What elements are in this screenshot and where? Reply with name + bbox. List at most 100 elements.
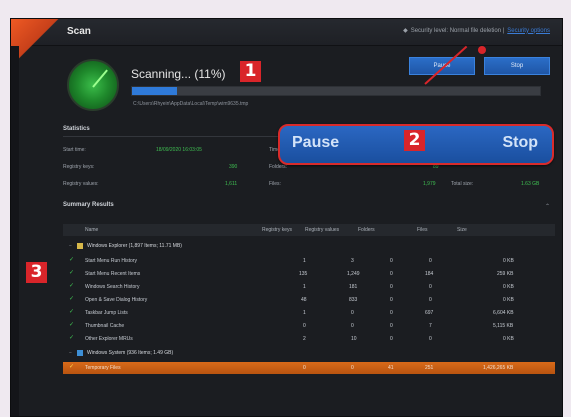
brand-accent <box>11 19 71 63</box>
row-size: 0 KB <box>503 258 514 264</box>
row-folders: 41 <box>388 365 394 371</box>
check-icon[interactable]: ✓ <box>69 321 74 328</box>
collapse-chevron-icon[interactable]: ⌃ <box>545 203 550 210</box>
row-files: 184 <box>425 271 434 277</box>
security-level: ◆ Security level: Normal file deletion |… <box>403 27 550 35</box>
table-row[interactable]: ✓ Start Menu Run History 1 3 0 0 0 KB <box>63 255 555 267</box>
row-name: Windows Search History <box>85 284 140 290</box>
row-values: 833 <box>349 297 358 303</box>
row-name: Start Menu Run History <box>85 258 137 264</box>
row-keys: 1 <box>303 284 306 290</box>
column-header[interactable]: Registry values <box>305 227 339 233</box>
files-label: Files: <box>269 181 281 187</box>
row-folders: 0 <box>390 258 393 264</box>
row-name: Open & Save Dialog History <box>85 297 148 303</box>
group-label: Windows System (936 Items; 1.49 GB) <box>87 350 174 356</box>
group-row[interactable]: − Windows System (936 Items; 1.49 GB) <box>63 348 555 359</box>
row-name: Start Menu Recent Items <box>85 271 141 277</box>
annotation-dot <box>478 46 486 54</box>
column-header[interactable]: Files <box>417 227 428 233</box>
total-size-label: Total size: <box>451 181 474 187</box>
annotation-badge-3: 3 <box>26 262 47 283</box>
table-row[interactable]: ✓ Taskbar Jump Lists 1 0 0 697 6,604 KB <box>63 307 555 319</box>
row-size: 0 KB <box>503 336 514 342</box>
check-icon[interactable]: ✓ <box>69 308 74 315</box>
row-folders: 0 <box>390 284 393 290</box>
scan-status: Scanning... (11%) <box>131 67 226 81</box>
row-values: 10 <box>351 336 357 342</box>
total-size-value: 1.63 GB <box>521 181 540 187</box>
row-files: 7 <box>429 323 432 329</box>
security-level-text: Security level: Normal file deletion | <box>410 27 505 34</box>
table-row[interactable]: ✓ Open & Save Dialog History 48 833 0 0 … <box>63 294 555 306</box>
check-icon[interactable]: ✓ <box>69 282 74 289</box>
column-header[interactable]: Size <box>457 227 467 233</box>
row-size: 5,115 KB <box>493 323 514 329</box>
registry-values-label: Registry values: <box>63 181 99 187</box>
row-name: Other Explorer MRUs <box>85 336 133 342</box>
table-header: Name Registry keys Registry values Folde… <box>63 224 555 236</box>
row-keys: 48 <box>301 297 307 303</box>
check-icon[interactable]: ✓ <box>69 334 74 341</box>
callout-pause-label: Pause <box>292 134 340 151</box>
table-row[interactable]: ✓ Thumbnail Cache 0 0 0 7 5,115 KB <box>63 320 555 332</box>
row-name: Taskbar Jump Lists <box>85 310 128 316</box>
annotation-badge-1: 1 <box>240 61 261 82</box>
row-keys: 1 <box>303 258 306 264</box>
row-keys: 1 <box>303 310 306 316</box>
row-files: 251 <box>425 365 434 371</box>
table-row[interactable]: ✓ Start Menu Recent Items 135 1,249 0 18… <box>63 268 555 280</box>
summary-heading: Summary Results <box>63 202 114 208</box>
row-values: 3 <box>351 258 354 264</box>
row-keys: 0 <box>303 323 306 329</box>
row-folders: 0 <box>390 323 393 329</box>
current-scan-path: C:\Users\Rhyein\AppData\Local\Temp\wim96… <box>133 101 249 107</box>
check-icon[interactable]: ✓ <box>69 363 74 370</box>
shield-icon: ◆ <box>403 28 408 34</box>
row-size: 6,604 KB <box>493 310 514 316</box>
row-values: 0 <box>351 310 354 316</box>
row-keys: 0 <box>303 365 306 371</box>
check-icon[interactable]: ✓ <box>69 269 74 276</box>
files-value: 1,979 <box>423 181 436 187</box>
row-files: 0 <box>429 336 432 342</box>
row-files: 697 <box>425 310 434 316</box>
row-folders: 0 <box>390 271 393 277</box>
collapse-icon[interactable]: − <box>69 350 72 356</box>
group-row[interactable]: − Windows Explorer (1,897 Items; 11.71 M… <box>63 241 555 252</box>
column-header[interactable]: Registry keys <box>262 227 292 233</box>
row-folders: 0 <box>390 310 393 316</box>
registry-values-value: 1,611 <box>225 181 238 187</box>
collapse-icon[interactable]: − <box>69 243 72 249</box>
row-folders: 0 <box>390 297 393 303</box>
folder-icon <box>77 243 83 249</box>
column-header[interactable]: Name <box>85 227 98 233</box>
sidebar <box>11 46 19 416</box>
start-time-label: Start time: <box>63 147 86 153</box>
table-row-selected[interactable]: ✓ Temporary Files 0 0 41 251 1,426,265 K… <box>63 362 555 374</box>
registry-keys-label: Registry keys: <box>63 164 95 170</box>
column-header[interactable]: Folders <box>358 227 375 233</box>
row-keys: 2 <box>303 336 306 342</box>
security-options-link[interactable]: Security options <box>507 28 550 34</box>
table-row[interactable]: ✓ Windows Search History 1 181 0 0 0 KB <box>63 281 555 293</box>
stop-button[interactable]: Stop <box>484 57 550 75</box>
folders-label: Folders: <box>269 164 288 170</box>
check-icon[interactable]: ✓ <box>69 295 74 302</box>
row-files: 0 <box>429 258 432 264</box>
row-size: 259 KB <box>497 271 514 277</box>
row-name: Temporary Files <box>85 365 121 371</box>
row-files: 0 <box>429 297 432 303</box>
title-bar: Scan ◆ Security level: Normal file delet… <box>11 19 562 46</box>
statistics-heading: Statistics <box>63 126 90 132</box>
row-values: 0 <box>351 365 354 371</box>
annotation-badge-2: 2 <box>404 130 425 151</box>
row-size: 0 KB <box>503 297 514 303</box>
check-icon[interactable]: ✓ <box>69 256 74 263</box>
row-name: Thumbnail Cache <box>85 323 125 329</box>
row-values: 1,249 <box>347 271 360 277</box>
row-size: 1,426,265 KB <box>483 365 514 371</box>
row-values: 0 <box>351 323 354 329</box>
table-row[interactable]: ✓ Other Explorer MRUs 2 10 0 0 0 KB <box>63 333 555 345</box>
app-window: Scan ◆ Security level: Normal file delet… <box>10 18 563 417</box>
